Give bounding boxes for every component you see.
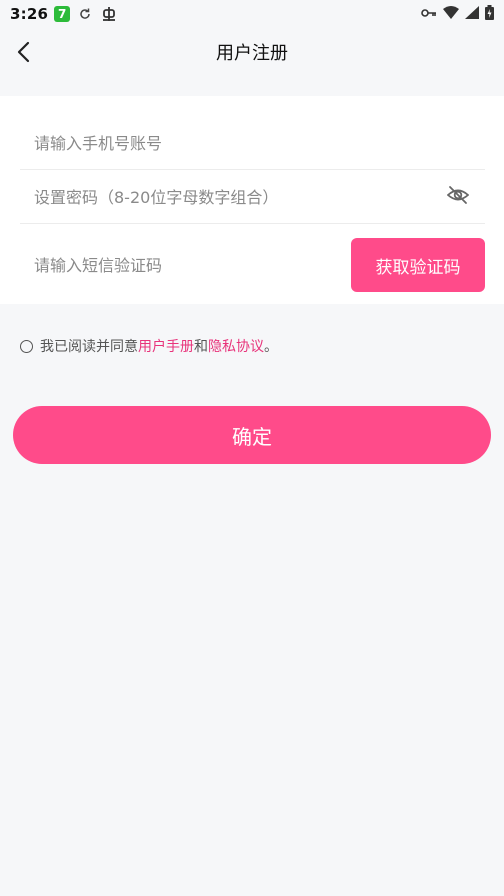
chevron-left-icon [17, 41, 30, 63]
user-manual-link[interactable]: 用户手册 [138, 336, 194, 356]
divider [20, 223, 485, 224]
status-bar: 3:26 7 [0, 0, 504, 28]
app-badge-icon: 7 [54, 6, 71, 22]
agree-radio[interactable] [20, 339, 33, 353]
register-form: 获取验证码 [0, 96, 504, 304]
status-right-icons [421, 4, 494, 24]
phone-input[interactable] [20, 133, 485, 153]
battery-icon [485, 4, 494, 24]
page-title: 用户注册 [216, 43, 288, 64]
app-badge-text: 7 [54, 6, 71, 22]
eye-off-icon [446, 186, 470, 204]
sms-row [20, 238, 330, 292]
wifi-icon [443, 5, 459, 23]
password-input[interactable] [20, 187, 485, 207]
agreement-suffix: 。 [264, 339, 278, 355]
agreement-and: 和 [194, 339, 208, 355]
signal-icon [465, 5, 479, 23]
agreement-prefix: 我已阅读并同意 [40, 339, 138, 355]
key-icon [421, 5, 437, 23]
get-code-button[interactable]: 获取验证码 [351, 238, 485, 292]
status-time: 3:26 [10, 5, 49, 23]
phone-row [20, 118, 485, 168]
back-button[interactable] [14, 40, 36, 64]
password-row [20, 170, 485, 224]
confirm-button[interactable]: 确定 [13, 406, 491, 464]
app-header: 用户注册 [0, 28, 504, 76]
bug-icon [100, 5, 118, 23]
sms-code-input[interactable] [20, 255, 330, 275]
privacy-policy-link[interactable]: 隐私协议 [208, 336, 264, 356]
sync-icon [78, 7, 92, 21]
toggle-password-visibility[interactable] [446, 185, 470, 209]
agreement-row: 我已阅读并同意 用户手册 和 隐私协议 。 [20, 336, 278, 356]
